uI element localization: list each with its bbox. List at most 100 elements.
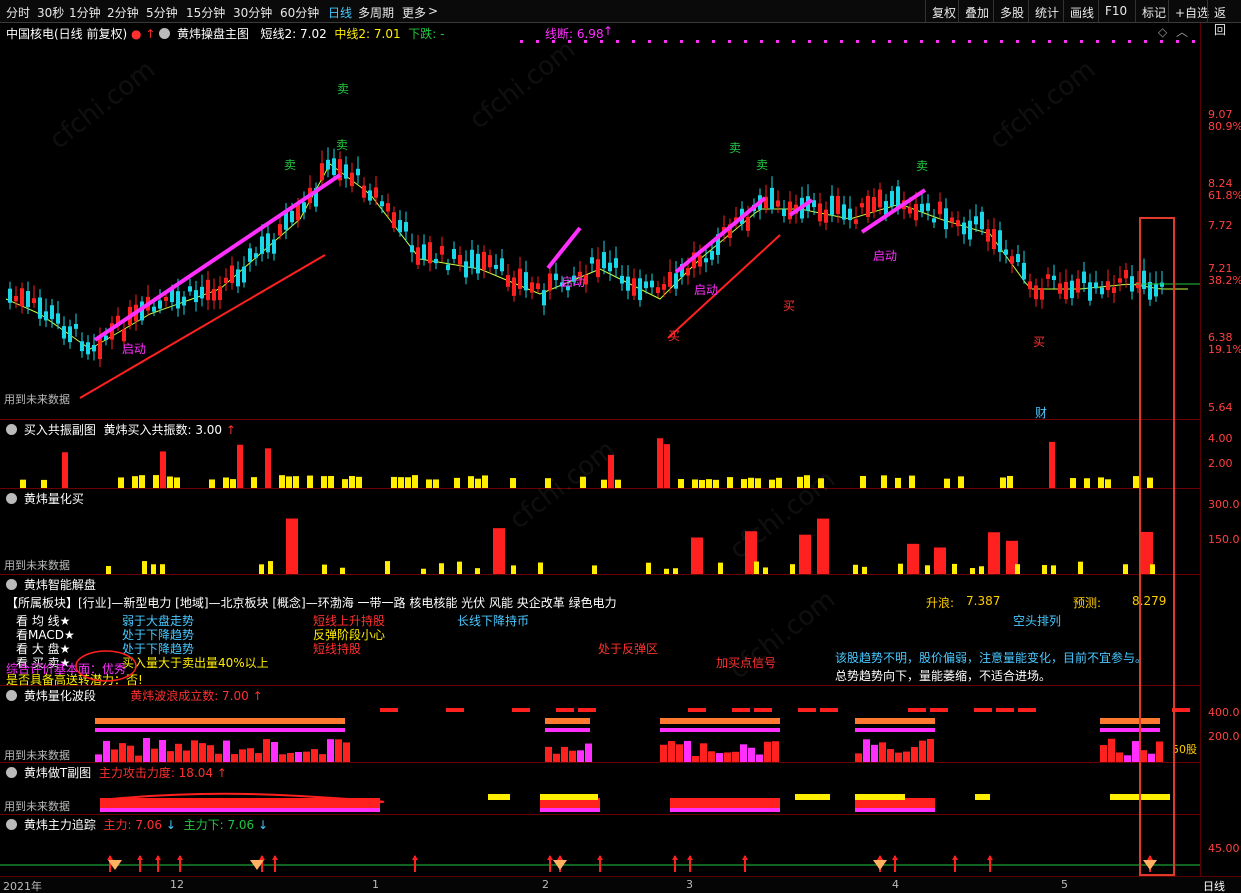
candle-body <box>440 246 444 255</box>
quant-buy-bar <box>592 565 597 574</box>
candle-body <box>950 217 954 223</box>
resonance-bar <box>454 477 460 488</box>
gear-icon[interactable] <box>6 819 17 830</box>
period-label[interactable]: 日线 <box>1203 878 1225 893</box>
trace-arrow <box>272 855 278 860</box>
signal-dot <box>552 40 555 43</box>
multi-stock-button[interactable]: 多股 <box>993 0 1030 23</box>
candle-body <box>32 298 36 304</box>
smart-title[interactable]: 黄炜智能解盘 <box>24 578 96 592</box>
tf-2m[interactable]: 2分钟 <box>107 4 139 21</box>
tf-1m[interactable]: 1分钟 <box>69 4 101 21</box>
overlay-button[interactable]: 叠加 <box>958 0 995 23</box>
diamond-icon[interactable]: ◇ <box>1158 25 1167 39</box>
wave-bar <box>919 740 926 762</box>
trend-line <box>93 173 342 342</box>
signal-dot <box>776 40 779 43</box>
separator <box>0 685 1200 686</box>
arrow-up-icon[interactable]: ↑ <box>145 27 155 41</box>
gear-icon[interactable] <box>6 767 17 778</box>
wave-dash <box>556 708 574 712</box>
stats-button[interactable]: 统计 <box>1028 0 1065 23</box>
signal-dot <box>1144 40 1147 43</box>
tf-multi[interactable]: 多周期 <box>358 4 394 21</box>
add-buy-label: 加买点信号 <box>716 656 777 670</box>
quant-buy-bar <box>322 564 327 574</box>
chevron-up-icon[interactable]: ︿ <box>1176 23 1188 40</box>
candle-body <box>548 273 552 291</box>
candle-body <box>590 257 594 264</box>
candle-body <box>182 296 186 306</box>
tf-30m[interactable]: 30分钟 <box>233 4 272 21</box>
candle-body <box>176 291 180 309</box>
tf-fenshi[interactable]: 分时 <box>6 4 30 21</box>
mark-button[interactable]: 标记 <box>1135 0 1172 23</box>
candle-body <box>650 280 654 288</box>
candle-body <box>968 220 972 240</box>
candle-body <box>974 216 978 225</box>
stock-title[interactable]: 中国核电(日线 前复权) <box>6 27 127 41</box>
candle-body <box>356 168 360 176</box>
tf-30s[interactable]: 30秒 <box>37 4 64 21</box>
candle-body <box>236 269 240 287</box>
chevron-right-icon[interactable]: > <box>428 4 438 18</box>
gear-icon[interactable] <box>159 28 171 39</box>
wave-bar <box>295 751 302 762</box>
main-indicator-name[interactable]: 黄炜操盘主图 <box>177 27 249 41</box>
date-label: 3 <box>686 878 693 891</box>
arrow-up-icon: ↑ <box>216 766 227 780</box>
signal-dot <box>1176 40 1179 43</box>
fuquan-button[interactable]: 复权 <box>925 0 962 23</box>
y-label: 200.0 <box>1208 730 1240 743</box>
wave-dash <box>512 708 530 712</box>
quant-buy-bar <box>646 562 651 574</box>
tf-more[interactable]: 更多 <box>402 4 426 21</box>
signal-dot <box>952 40 955 43</box>
signal-dot <box>1112 40 1115 43</box>
resonance-bar <box>426 479 432 488</box>
tf-5m[interactable]: 5分钟 <box>146 4 178 21</box>
candle-body <box>350 172 354 187</box>
wave-bar <box>215 753 222 762</box>
resonance-bar <box>209 479 215 488</box>
gear-icon[interactable] <box>6 579 17 590</box>
candlestick-chart[interactable] <box>0 40 1200 418</box>
tf-15m[interactable]: 15分钟 <box>186 4 225 21</box>
tf-60m[interactable]: 60分钟 <box>280 4 319 21</box>
candle-body <box>1112 287 1116 294</box>
trace-title[interactable]: 黄炜主力追踪 <box>24 818 96 832</box>
signal-dot <box>872 40 875 43</box>
resonance-bar <box>860 475 866 488</box>
dot-title[interactable]: 黄炜做T副图 <box>24 766 91 780</box>
candle-body <box>896 186 900 208</box>
signal-dot <box>808 40 811 43</box>
resonance-bar <box>405 477 411 488</box>
candle-body <box>212 289 216 301</box>
lock-icon[interactable]: ● <box>131 27 141 41</box>
candle-body <box>284 212 288 230</box>
candle-body <box>320 163 324 181</box>
candle-body <box>290 210 294 223</box>
candle-body <box>98 338 102 360</box>
wave-bar <box>127 745 134 762</box>
y-label: 80.9% <box>1208 120 1241 133</box>
candle-body <box>44 311 48 321</box>
signal-dot <box>664 40 667 43</box>
back-button[interactable]: 返回 <box>1207 0 1241 37</box>
signal-dot <box>744 40 747 43</box>
tf-daily[interactable]: 日线 <box>328 4 352 21</box>
date-axis: 2021年 12 1 2 3 4 5 日线 <box>0 876 1241 893</box>
signal-dot <box>904 40 907 43</box>
y-label: 45.00 <box>1208 842 1240 855</box>
resonance-bar <box>265 448 271 488</box>
wave-bar <box>335 739 342 762</box>
resonance-bar <box>944 478 950 488</box>
candle-body <box>428 242 432 264</box>
wave-bar <box>255 753 262 762</box>
f10-button[interactable]: F10 <box>1098 0 1133 23</box>
wave-bar <box>247 748 254 762</box>
candle-body <box>908 207 912 214</box>
candle-body <box>992 229 996 250</box>
draw-line-button[interactable]: 画线 <box>1063 0 1100 23</box>
quant-buy-bar <box>511 565 516 574</box>
